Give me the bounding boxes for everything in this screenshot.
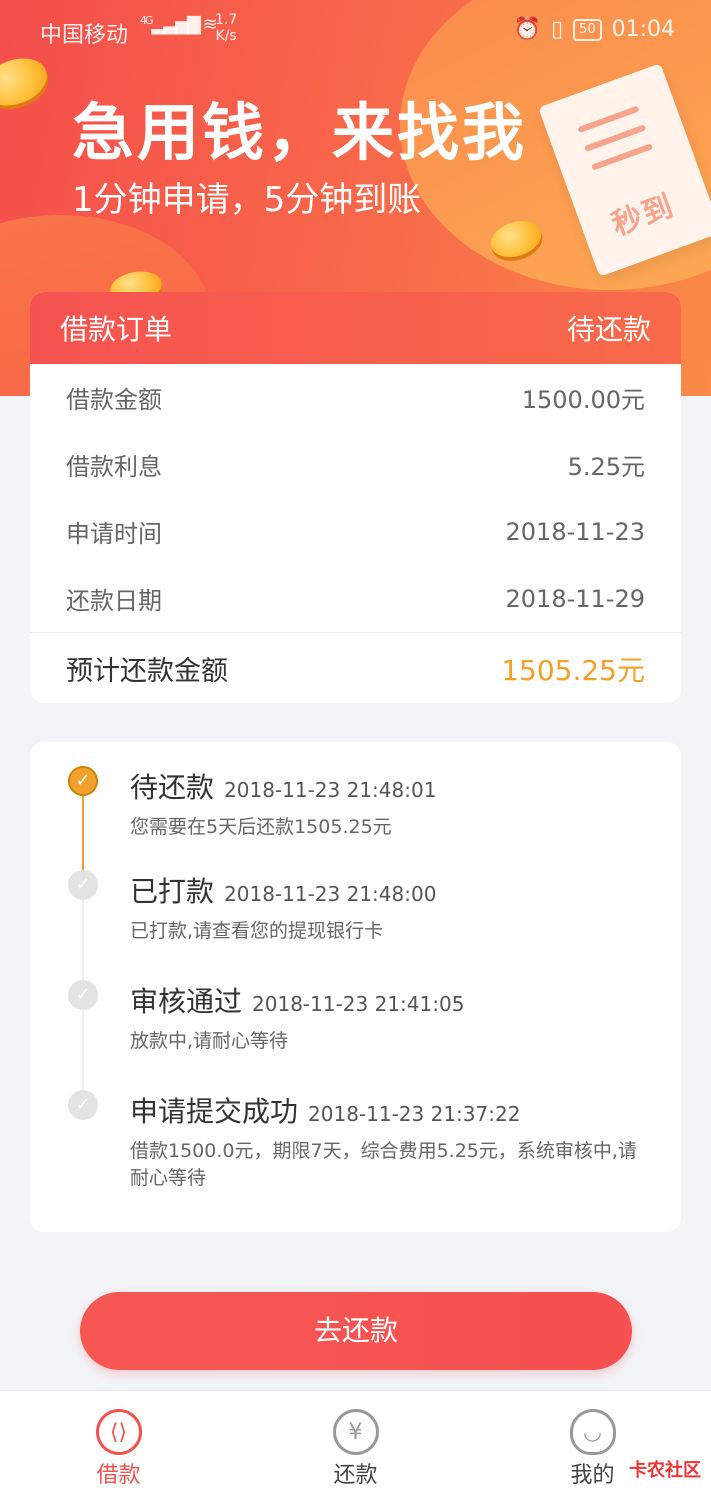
- alarm-icon: ⏰: [513, 17, 541, 42]
- network-speed: 1.7 K/s: [215, 12, 237, 44]
- vibrate-icon: ▯: [550, 17, 564, 42]
- timeline-title: 审核通过 2018-11-23 21:41:05: [130, 980, 464, 1020]
- step-name: 待还款: [130, 771, 215, 804]
- status-right: ⏰ ▯ 50 01:04: [514, 17, 675, 42]
- row-value: 2018-11-23: [505, 517, 645, 546]
- timeline-title: 待还款 2018-11-23 21:48:01: [130, 766, 436, 806]
- row-value: 5.25元: [567, 453, 645, 481]
- receipt-stamp: 秒到: [607, 188, 680, 244]
- timeline-title: 申请提交成功 2018-11-23 21:37:22: [130, 1090, 520, 1130]
- row-label: 借款金额: [66, 386, 162, 414]
- order-row-amount: 借款金额 1500.00元: [30, 364, 681, 431]
- loan-order-card: 借款订单 待还款 借款金额 1500.00元 借款利息 5.25元 申请时间 2…: [30, 292, 681, 703]
- step-time: 2018-11-23 21:48:00: [224, 882, 437, 906]
- step-name: 申请提交成功: [130, 1095, 299, 1128]
- tab-label: 借款: [96, 1463, 141, 1488]
- network-type: 4G: [140, 14, 153, 27]
- battery-icon: 50: [573, 18, 602, 41]
- watermark-logo: 卡农社区: [625, 1456, 705, 1482]
- row-label: 借款利息: [66, 453, 162, 481]
- step-time: 2018-11-23 21:37:22: [308, 1102, 521, 1126]
- repay-yen-icon: ¥: [332, 1409, 379, 1455]
- user-icon: ◡: [569, 1409, 616, 1455]
- status-bar: 中国移动 4G▂▃▅▇ ≋ 1.7 K/s ⏰ ▯ 50 01:04: [0, 0, 711, 62]
- check-icon: ✓: [68, 766, 98, 796]
- total-label: 预计还款金额: [66, 656, 228, 687]
- bottom-tab-bar: ⟨⟩ 借款 ¥ 还款 ◡ 我的: [0, 1390, 711, 1500]
- timeline-desc: 放款中,请耐心等待: [130, 1030, 289, 1052]
- row-value: 1500.00元: [521, 386, 645, 414]
- order-title: 借款订单: [60, 313, 173, 346]
- order-row-interest: 借款利息 5.25元: [30, 431, 681, 498]
- tab-label: 还款: [333, 1463, 378, 1488]
- speed-unit: K/s: [215, 28, 237, 44]
- order-row-apply-date: 申请时间 2018-11-23: [30, 498, 681, 565]
- row-label: 还款日期: [66, 587, 162, 615]
- timeline-desc: 已打款,请查看您的提现银行卡: [130, 920, 384, 942]
- repay-button[interactable]: 去还款: [80, 1292, 632, 1370]
- speed-value: 1.7: [215, 12, 238, 28]
- hero-subtitle: 1分钟申请，5分钟到账: [72, 180, 422, 220]
- row-label: 申请时间: [66, 520, 162, 548]
- loan-icon: ⟨⟩: [95, 1409, 142, 1455]
- signal-icon: 4G▂▃▅▇ ≋: [140, 14, 218, 35]
- row-value: 2018-11-29: [505, 584, 645, 613]
- check-icon: ✓: [68, 1090, 98, 1120]
- clock: 01:04: [611, 17, 675, 42]
- step-time: 2018-11-23 21:48:01: [224, 778, 437, 802]
- timeline-desc: 您需要在5天后还款1505.25元: [130, 816, 392, 838]
- step-time: 2018-11-23 21:41:05: [252, 992, 465, 1016]
- step-name: 已打款: [130, 875, 215, 908]
- hero-title: 急用钱，来找我: [72, 96, 528, 169]
- loan-timeline-card: ✓ 待还款 2018-11-23 21:48:01 您需要在5天后还款1505.2…: [30, 742, 681, 1232]
- carrier-name: 中国移动: [40, 23, 129, 48]
- total-amount: 1505.25元: [501, 653, 645, 687]
- step-name: 审核通过: [130, 985, 243, 1018]
- order-status: 待还款: [566, 313, 651, 346]
- tab-repay[interactable]: ¥ 还款: [237, 1391, 474, 1500]
- check-icon: ✓: [68, 980, 98, 1010]
- order-total: 预计还款金额 1505.25元: [30, 632, 681, 703]
- check-icon: ✓: [68, 870, 98, 900]
- order-header: 借款订单 待还款: [30, 292, 681, 364]
- tab-mine[interactable]: ◡ 我的: [474, 1391, 711, 1500]
- timeline-line: [82, 900, 84, 982]
- order-row-repay-date: 还款日期 2018-11-29: [30, 565, 681, 632]
- timeline-line: [82, 1010, 84, 1092]
- timeline-desc: 借款1500.0元，期限7天，综合费用5.25元，系统审核中,请耐心等待: [130, 1140, 637, 1189]
- tab-loan[interactable]: ⟨⟩ 借款: [0, 1391, 237, 1500]
- timeline-title: 已打款 2018-11-23 21:48:00: [130, 870, 436, 910]
